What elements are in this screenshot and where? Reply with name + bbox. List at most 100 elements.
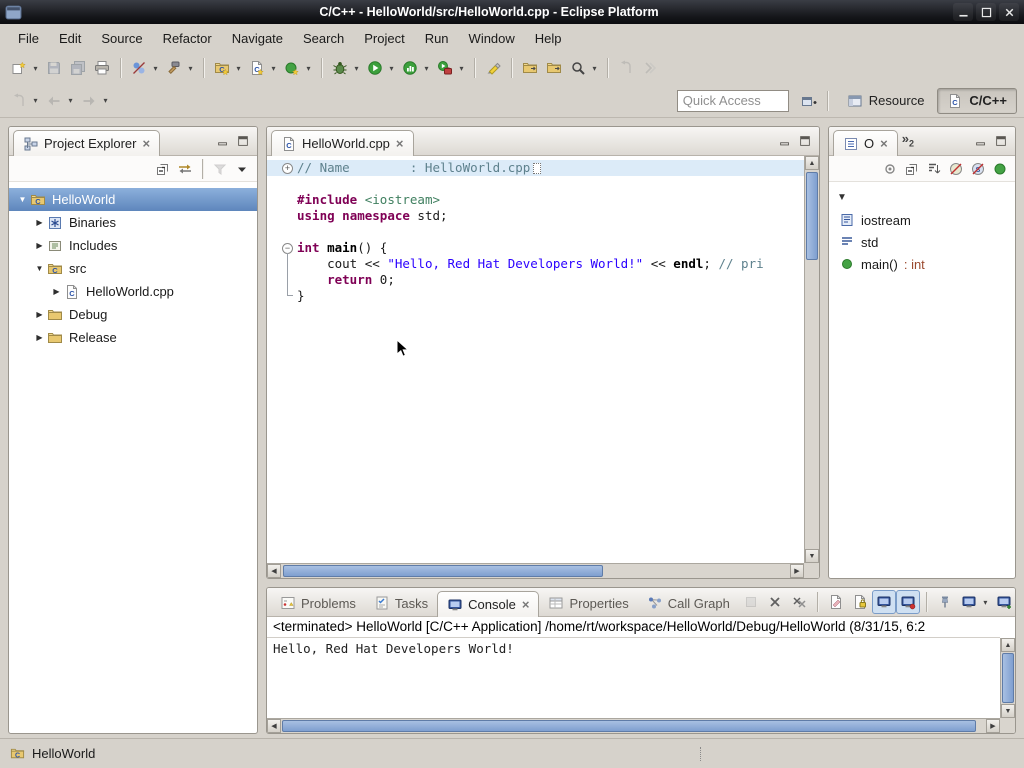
expand-arrow-icon[interactable]: ▶ bbox=[32, 333, 47, 342]
run-button[interactable] bbox=[363, 56, 387, 80]
tab-tasks[interactable]: Tasks bbox=[365, 590, 437, 616]
scroll-lock-button[interactable] bbox=[848, 590, 872, 614]
tree-item-src[interactable]: ▼Csrc bbox=[9, 257, 257, 280]
back-to-last-edit-button[interactable] bbox=[7, 89, 31, 113]
outline-tab[interactable]: O × bbox=[833, 130, 898, 156]
perspective-c-c[interactable]: CC/C++ bbox=[937, 88, 1017, 114]
open-console-button[interactable] bbox=[992, 590, 1016, 614]
focus-button[interactable] bbox=[879, 158, 901, 180]
tree-item-helloworld-cpp[interactable]: ▶CHelloWorld.cpp bbox=[9, 280, 257, 303]
scroll-left-button[interactable]: ◀ bbox=[267, 719, 281, 733]
save-all-button[interactable] bbox=[66, 56, 90, 80]
scroll-left-button[interactable]: ◀ bbox=[267, 564, 281, 578]
new-c-cpp-project-dropdown[interactable]: ▾ bbox=[234, 64, 243, 73]
fold-expand-icon[interactable]: + bbox=[282, 163, 293, 174]
back-button[interactable] bbox=[42, 89, 66, 113]
new-c-cpp-project-button[interactable]: C bbox=[210, 56, 234, 80]
new-dropdown[interactable]: ▾ bbox=[31, 64, 40, 73]
minimize-view-button[interactable] bbox=[213, 131, 233, 151]
editor-vertical-scrollbar[interactable]: ▲ ▼ bbox=[804, 156, 819, 563]
quick-access-input[interactable] bbox=[677, 90, 789, 112]
open-perspective-button[interactable] bbox=[797, 89, 821, 113]
pin-console-button[interactable] bbox=[933, 590, 957, 614]
perspective-resource[interactable]: Resource bbox=[838, 88, 934, 114]
scrollbar-thumb[interactable] bbox=[806, 172, 818, 260]
collapse-all-button[interactable] bbox=[152, 158, 174, 180]
console-output[interactable]: Hello, Red Hat Developers World! bbox=[267, 638, 1000, 718]
profile-dropdown[interactable]: ▾ bbox=[422, 64, 431, 73]
code-line-1[interactable]: +// Name : HelloWorld.cpp bbox=[267, 160, 804, 176]
outline-view-menu-button[interactable]: ▼ bbox=[829, 182, 1015, 205]
view-stack-overflow-button[interactable]: »2 bbox=[902, 131, 914, 149]
window-maximize-button[interactable] bbox=[976, 3, 996, 21]
show-on-stderr-button[interactable] bbox=[896, 590, 920, 614]
editor-horizontal-scrollbar[interactable]: ◀ ▶ bbox=[267, 563, 804, 578]
collapse-all-button[interactable] bbox=[901, 158, 923, 180]
code-line-3[interactable]: #include <iostream> bbox=[267, 192, 804, 208]
remove-launch-button[interactable] bbox=[763, 590, 787, 614]
menu-help[interactable]: Help bbox=[525, 27, 572, 50]
mark-occurrences-button[interactable] bbox=[481, 56, 505, 80]
back-to-last-edit-dropdown[interactable]: ▾ bbox=[31, 96, 40, 105]
minimize-view-button[interactable] bbox=[971, 131, 991, 151]
window-minimize-button[interactable] bbox=[953, 3, 973, 21]
view-menu-button[interactable] bbox=[231, 158, 253, 180]
open-element-button[interactable] bbox=[518, 56, 542, 80]
hide-fields-button[interactable] bbox=[945, 158, 967, 180]
maximize-view-button[interactable] bbox=[991, 131, 1011, 151]
folded-region-indicator[interactable] bbox=[533, 163, 541, 174]
titlebar[interactable]: C/C++ - HelloWorld/src/HelloWorld.cpp - … bbox=[0, 0, 1024, 24]
console-vertical-scrollbar[interactable]: ▲ ▼ bbox=[1000, 638, 1015, 718]
scroll-up-button[interactable]: ▲ bbox=[805, 156, 819, 170]
print-button[interactable] bbox=[90, 56, 114, 80]
menu-source[interactable]: Source bbox=[91, 27, 152, 50]
run-dropdown[interactable]: ▾ bbox=[387, 64, 396, 73]
outline-item-main[interactable]: main() : int bbox=[829, 253, 1015, 275]
menu-project[interactable]: Project bbox=[354, 27, 414, 50]
link-with-editor-button[interactable] bbox=[174, 158, 196, 180]
editor-tab-helloworld-cpp[interactable]: C HelloWorld.cpp × bbox=[271, 130, 414, 156]
maximize-view-button[interactable] bbox=[233, 131, 253, 151]
console-horizontal-scrollbar[interactable]: ◀ ▶ bbox=[267, 718, 1000, 733]
external-tools-dropdown[interactable]: ▾ bbox=[457, 64, 466, 73]
display-selected-console-button[interactable] bbox=[957, 590, 981, 614]
code-line-8[interactable]: return 0; bbox=[267, 272, 804, 288]
debug-button[interactable] bbox=[328, 56, 352, 80]
hide-non-public-members-button[interactable] bbox=[989, 158, 1011, 180]
fold-collapse-icon[interactable]: − bbox=[282, 243, 293, 254]
debug-dropdown[interactable]: ▾ bbox=[352, 64, 361, 73]
new-button[interactable] bbox=[7, 56, 31, 80]
close-icon[interactable]: × bbox=[396, 137, 404, 150]
minimize-view-button[interactable] bbox=[775, 131, 795, 151]
scroll-down-button[interactable]: ▼ bbox=[1001, 704, 1015, 718]
code-line-7[interactable]: cout << "Hello, Red Hat Developers World… bbox=[267, 256, 804, 272]
profile-button[interactable] bbox=[398, 56, 422, 80]
display-selected-console-dropdown[interactable]: ▾ bbox=[981, 598, 990, 607]
menu-edit[interactable]: Edit bbox=[49, 27, 91, 50]
skip-all-breakpoints-dropdown[interactable]: ▾ bbox=[151, 64, 160, 73]
scroll-right-button[interactable]: ▶ bbox=[986, 719, 1000, 733]
window-close-button[interactable] bbox=[999, 3, 1019, 21]
expand-arrow-icon[interactable]: ▶ bbox=[32, 241, 47, 250]
save-button[interactable] bbox=[42, 56, 66, 80]
tree-item-includes[interactable]: ▶Includes bbox=[9, 234, 257, 257]
show-on-stdout-button[interactable] bbox=[872, 590, 896, 614]
tree-item-helloworld[interactable]: ▼CHelloWorld bbox=[9, 188, 257, 211]
tab-console[interactable]: Console× bbox=[437, 591, 539, 617]
code-line-4[interactable]: using namespace std; bbox=[267, 208, 804, 224]
remove-all-terminated-button[interactable] bbox=[787, 590, 811, 614]
clear-console-button[interactable] bbox=[824, 590, 848, 614]
expand-arrow-icon[interactable]: ▶ bbox=[49, 287, 64, 296]
code-line-2[interactable] bbox=[267, 176, 804, 192]
scrollbar-thumb[interactable] bbox=[1002, 653, 1014, 703]
menu-run[interactable]: Run bbox=[415, 27, 459, 50]
new-c-cpp-class-dropdown[interactable]: ▾ bbox=[304, 64, 313, 73]
build-button[interactable] bbox=[162, 56, 186, 80]
menu-navigate[interactable]: Navigate bbox=[222, 27, 293, 50]
next-annotation-button[interactable] bbox=[638, 56, 662, 80]
scrollbar-thumb[interactable] bbox=[282, 720, 976, 732]
skip-all-breakpoints-button[interactable] bbox=[127, 56, 151, 80]
code-line-5[interactable] bbox=[267, 224, 804, 240]
collapse-arrow-icon[interactable]: ▼ bbox=[15, 195, 30, 204]
open-resource-button[interactable] bbox=[542, 56, 566, 80]
